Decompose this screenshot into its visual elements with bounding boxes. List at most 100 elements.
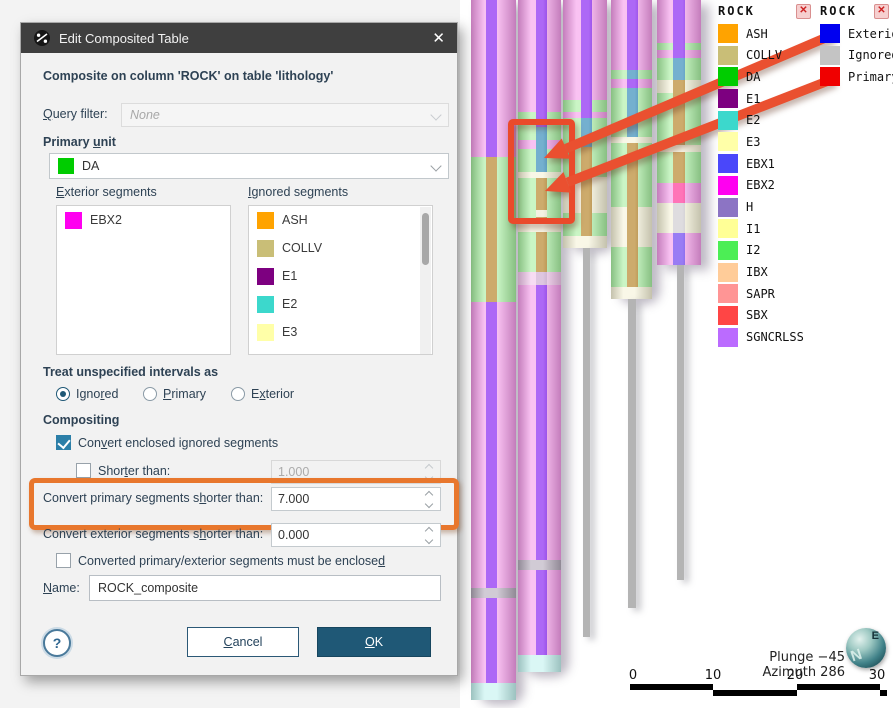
chevron-down-icon: [430, 109, 441, 120]
legend-entry: IBX: [718, 263, 804, 282]
drillhole-segment: [657, 0, 701, 43]
radio-primary[interactable]: Primary: [143, 387, 206, 401]
drillhole: [471, 0, 516, 700]
color-swatch: [257, 268, 274, 285]
checkbox-icon[interactable]: [76, 463, 91, 478]
scrollbar-thumb[interactable]: [422, 213, 429, 265]
drillhole-stripe: [486, 0, 497, 157]
dialog-titlebar[interactable]: Edit Composited Table ✕: [21, 23, 457, 53]
legend-swatch: [718, 241, 738, 260]
treat-heading: Treat unspecified intervals as: [43, 365, 218, 379]
drillhole-segment: [471, 588, 516, 598]
radio-ignored[interactable]: Ignored: [56, 387, 118, 401]
query-filter-combo[interactable]: None: [121, 103, 449, 127]
list-item[interactable]: E1: [249, 262, 432, 290]
legend-composite-close-icon[interactable]: ✕: [874, 4, 889, 19]
drillhole-segment: [563, 213, 607, 236]
help-button[interactable]: ?: [43, 629, 71, 657]
legend-swatch: [718, 306, 738, 325]
ok-button[interactable]: OK: [317, 627, 431, 657]
compositing-heading: Compositing: [43, 413, 119, 427]
dialog-close-icon[interactable]: ✕: [432, 29, 445, 47]
list-item[interactable]: E3: [249, 318, 432, 346]
legend-rock-close-icon[interactable]: ✕: [796, 4, 811, 19]
radio-icon[interactable]: [143, 387, 157, 401]
drillhole-segment: [518, 285, 561, 560]
drillhole-stripe: [536, 272, 547, 285]
legend-swatch: [718, 89, 738, 108]
spin-up-icon[interactable]: [425, 490, 433, 498]
legend-entry: SGNCRLSS: [718, 328, 804, 347]
spin-up-icon: [425, 463, 433, 471]
legend-rock-title: ROCK: [718, 4, 804, 18]
must-enclosed-checkbox[interactable]: Converted primary/exterior segments must…: [56, 553, 385, 568]
convert-exterior-spinbox[interactable]: 0.000: [271, 523, 441, 547]
color-swatch: [65, 212, 82, 229]
drillhole-segment: [518, 224, 561, 232]
name-label: Name:: [43, 581, 80, 595]
drillhole-stripe: [581, 147, 592, 177]
drillhole-segment: [518, 0, 561, 112]
ignored-segments-list[interactable]: ASH COLLV E1E2E3: [248, 205, 433, 355]
drillhole-segment: [518, 560, 561, 570]
primary-unit-swatch: [58, 158, 74, 174]
drillhole-segment: [471, 683, 516, 700]
radio-icon[interactable]: [231, 387, 245, 401]
drillhole: [611, 0, 652, 299]
radio-icon[interactable]: [56, 387, 70, 401]
list-item-label: COLLV: [282, 241, 322, 255]
drillhole-segment: [518, 272, 561, 285]
drillhole-segment: [611, 207, 652, 247]
name-input[interactable]: ROCK_composite: [89, 575, 441, 601]
radio-exterior[interactable]: Exterior: [231, 387, 294, 401]
legend-swatch: [820, 46, 840, 65]
drillhole-segment: [611, 287, 652, 299]
cancel-button[interactable]: Cancel: [187, 627, 299, 657]
scalebar-segment-2: [713, 690, 797, 696]
checkbox-icon[interactable]: [56, 435, 71, 450]
drillhole-stripe: [536, 112, 547, 127]
legend-entry: I1: [718, 219, 804, 238]
drillhole-stripe: [581, 100, 592, 112]
legend-label: SGNCRLSS: [746, 330, 804, 344]
spin-down-icon[interactable]: [425, 535, 433, 543]
convert-primary-spinbox[interactable]: 7.000: [271, 487, 441, 511]
drillhole-stripe: [627, 70, 638, 79]
drillhole-segment: [657, 203, 701, 233]
drillhole-stripe: [627, 88, 638, 137]
legend-entry: I2: [718, 241, 804, 260]
list-item[interactable]: COLLV: [249, 234, 432, 262]
query-filter-label: Query filter:: [43, 107, 108, 121]
azimuth-label: Azimuth 286: [725, 665, 845, 680]
scrollbar-track[interactable]: [420, 207, 431, 355]
spin-down-icon[interactable]: [425, 499, 433, 507]
legend-label: ASH: [746, 27, 768, 41]
dialog-heading: Composite on column 'ROCK' on table 'lit…: [43, 69, 333, 83]
drillhole-stripe: [486, 598, 497, 683]
drillhole-segment: [518, 112, 561, 127]
legend-entry: E3: [718, 132, 804, 151]
compass-sphere-icon[interactable]: E N: [846, 628, 886, 668]
color-swatch: [257, 212, 274, 229]
convert-enclosed-checkbox[interactable]: Convert enclosed ignored segments: [56, 435, 278, 450]
compass-east-label: E: [872, 630, 879, 642]
list-item[interactable]: EBX2: [57, 206, 230, 234]
drillhole-segment: [518, 655, 561, 672]
shorter-than-checkbox[interactable]: Shorter than:: [76, 463, 170, 478]
drillhole-stripe: [673, 152, 685, 183]
list-item[interactable]: E2: [249, 290, 432, 318]
list-item[interactable]: ASH: [249, 206, 432, 234]
legend-entry: ASH: [718, 24, 804, 43]
legend-entry: SBX: [718, 306, 804, 325]
drillhole-segment: [518, 127, 561, 140]
checkbox-icon[interactable]: [56, 553, 71, 568]
legend-swatch: [718, 263, 738, 282]
legend-swatch: [718, 176, 738, 195]
primary-unit-dropdown[interactable]: DA: [49, 153, 449, 179]
scale-tick-0: 0: [629, 668, 637, 683]
spin-up-icon[interactable]: [425, 526, 433, 534]
legend-entry: SAPR: [718, 284, 804, 303]
legend-swatch: [718, 132, 738, 151]
exterior-segments-list[interactable]: EBX2: [56, 205, 231, 355]
scene-viewport[interactable]: ROCK ASHCOLLVDAE1E2E3EBX1EBX2HI1I2IBXSAP…: [460, 0, 893, 708]
